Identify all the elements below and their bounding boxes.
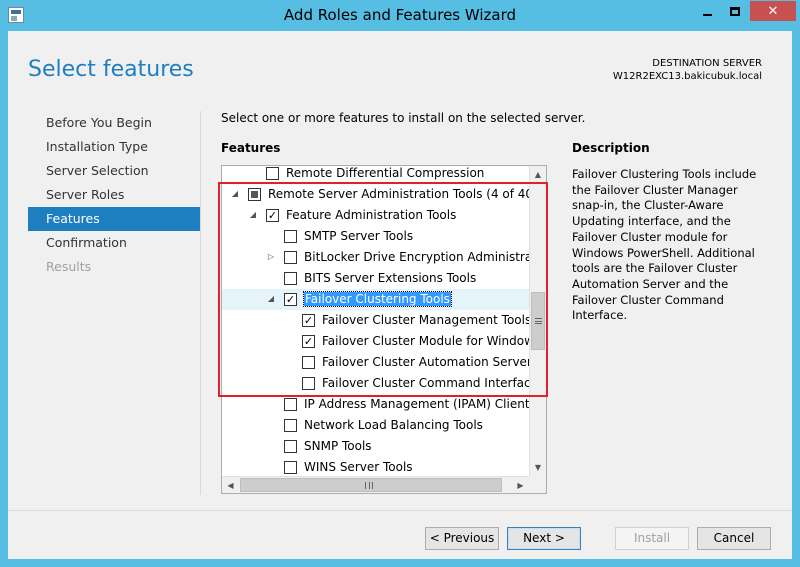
tree-row[interactable]: ▷ BitLocker Drive Encryption Administrati… — [222, 247, 530, 268]
feature-checkbox[interactable] — [284, 398, 297, 411]
nav-item-before-you-begin[interactable]: Before You Begin — [28, 111, 200, 135]
feature-label: BITS Server Extensions Tools — [304, 271, 477, 285]
wizard-nav: Before You Begin Installation Type Serve… — [28, 111, 200, 279]
feature-label: WINS Server Tools — [304, 460, 413, 474]
scroll-down-icon[interactable]: ▼ — [530, 459, 546, 476]
page-title: Select features — [28, 57, 194, 82]
destination-server-info: DESTINATION SERVER W12R2EXC13.bakicubuk.… — [613, 57, 762, 83]
feature-checkbox[interactable]: ✓ — [266, 209, 279, 222]
description-heading: Description — [572, 141, 650, 155]
feature-label: SNMP Tools — [304, 439, 372, 453]
feature-checkbox[interactable] — [284, 251, 297, 264]
tree-row[interactable]: Network Load Balancing Tools — [222, 415, 530, 436]
description-text: Failover Clustering Tools include the Fa… — [572, 167, 757, 323]
title-bar[interactable]: Add Roles and Features Wizard ✕ — [0, 0, 800, 31]
tree-row[interactable]: ◢ ✓ Feature Administration Tools — [222, 205, 530, 226]
nav-item-installation-type[interactable]: Installation Type — [28, 135, 200, 159]
destination-server: W12R2EXC13.bakicubuk.local — [612, 71, 762, 82]
collapse-arrow-icon[interactable]: ◢ — [266, 294, 276, 304]
feature-label: BitLocker Drive Encryption Administratio… — [304, 250, 530, 264]
tree-row[interactable]: Failover Cluster Automation Server — [222, 352, 530, 373]
tree-row[interactable]: Remote Differential Compression — [222, 166, 530, 184]
wizard-window: Add Roles and Features Wizard ✕ Select f… — [0, 0, 800, 567]
nav-item-server-roles[interactable]: Server Roles — [28, 183, 200, 207]
feature-label: Failover Cluster Automation Server — [322, 355, 530, 369]
feature-label: SMTP Server Tools — [304, 229, 414, 243]
window-title: Add Roles and Features Wizard — [283, 6, 517, 24]
nav-item-server-selection[interactable]: Server Selection — [28, 159, 200, 183]
feature-label: Network Load Balancing Tools — [304, 418, 483, 432]
feature-label: Failover Cluster Management Tools — [322, 313, 530, 327]
nav-item-confirmation[interactable]: Confirmation — [28, 231, 200, 255]
feature-checkbox[interactable] — [284, 230, 297, 243]
feature-checkbox[interactable] — [248, 188, 261, 201]
feature-label: Feature Administration Tools — [286, 208, 457, 222]
feature-checkbox[interactable]: ✓ — [284, 293, 297, 306]
tree-row[interactable]: ◢ Remote Server Administration Tools (4 o… — [222, 184, 530, 205]
feature-checkbox[interactable] — [284, 419, 297, 432]
feature-checkbox[interactable] — [284, 461, 297, 474]
next-button[interactable]: Next > — [507, 527, 581, 550]
minimize-icon — [702, 14, 712, 16]
feature-checkbox[interactable]: ✓ — [302, 314, 315, 327]
install-button: Install — [615, 527, 689, 550]
minimize-button[interactable] — [694, 1, 720, 21]
footer-divider — [8, 510, 792, 511]
horizontal-scroll-thumb[interactable] — [240, 478, 502, 492]
collapse-arrow-icon[interactable]: ◢ — [248, 210, 258, 220]
tree-row[interactable]: ◢ ✓ Failover Clustering Tools — [222, 289, 530, 310]
feature-label: Remote Server Administration Tools (4 of… — [268, 187, 530, 201]
grip-icon — [535, 318, 542, 324]
collapse-arrow-icon[interactable]: ◢ — [230, 189, 240, 199]
feature-checkbox[interactable] — [302, 377, 315, 390]
features-tree[interactable]: Remote Differential Compression ◢ Remote S… — [221, 165, 547, 494]
tree-row[interactable]: ✓ Failover Cluster Management Tools — [222, 310, 530, 331]
nav-item-features[interactable]: Features — [28, 207, 200, 231]
grip-icon — [365, 482, 373, 489]
feature-checkbox[interactable] — [284, 440, 297, 453]
tree-row[interactable]: Failover Cluster Command Interface — [222, 373, 530, 394]
scroll-corner — [529, 476, 546, 493]
nav-item-results: Results — [46, 259, 92, 274]
destination-label: DESTINATION SERVER — [652, 58, 762, 69]
vertical-scrollbar[interactable]: ▲ ▼ — [529, 166, 546, 476]
feature-label: IP Address Management (IPAM) Client — [304, 397, 530, 411]
tree-row[interactable]: ✓ Failover Cluster Module for Windows Pow… — [222, 331, 530, 352]
close-button[interactable]: ✕ — [750, 1, 796, 21]
close-icon: ✕ — [767, 3, 779, 19]
cancel-button[interactable]: Cancel — [697, 527, 771, 550]
features-tree-rows: Remote Differential Compression ◢ Remote S… — [222, 166, 530, 478]
features-heading: Features — [221, 141, 281, 155]
previous-button[interactable]: < Previous — [425, 527, 499, 550]
feature-checkbox[interactable] — [302, 356, 315, 369]
feature-label: Failover Clustering Tools — [303, 291, 452, 307]
nav-divider — [200, 111, 201, 495]
horizontal-scrollbar[interactable]: ◀ ▶ — [222, 476, 529, 493]
feature-label: Remote Differential Compression — [286, 166, 485, 180]
maximize-button[interactable] — [722, 1, 748, 21]
instruction-text: Select one or more features to install o… — [221, 111, 586, 125]
scroll-right-icon[interactable]: ▶ — [512, 477, 529, 493]
feature-checkbox[interactable]: ✓ — [302, 335, 315, 348]
scroll-up-icon[interactable]: ▲ — [530, 166, 546, 183]
tree-row[interactable]: SMTP Server Tools — [222, 226, 530, 247]
expand-arrow-icon[interactable]: ▷ — [266, 252, 276, 262]
wizard-body: Select features DESTINATION SERVER W12R2… — [8, 31, 792, 559]
feature-checkbox[interactable] — [266, 167, 279, 180]
header: Select features DESTINATION SERVER W12R2… — [8, 31, 792, 101]
feature-label: Failover Cluster Command Interface — [322, 376, 530, 390]
tree-row[interactable]: IP Address Management (IPAM) Client — [222, 394, 530, 415]
tree-row[interactable]: BITS Server Extensions Tools — [222, 268, 530, 289]
scroll-left-icon[interactable]: ◀ — [222, 477, 239, 493]
tree-row[interactable]: SNMP Tools — [222, 436, 530, 457]
maximize-icon — [730, 6, 740, 16]
vertical-scroll-thumb[interactable] — [531, 292, 545, 350]
tree-row[interactable]: WINS Server Tools — [222, 457, 530, 478]
feature-label: Failover Cluster Module for Windows Powe… — [322, 334, 530, 348]
feature-checkbox[interactable] — [284, 272, 297, 285]
